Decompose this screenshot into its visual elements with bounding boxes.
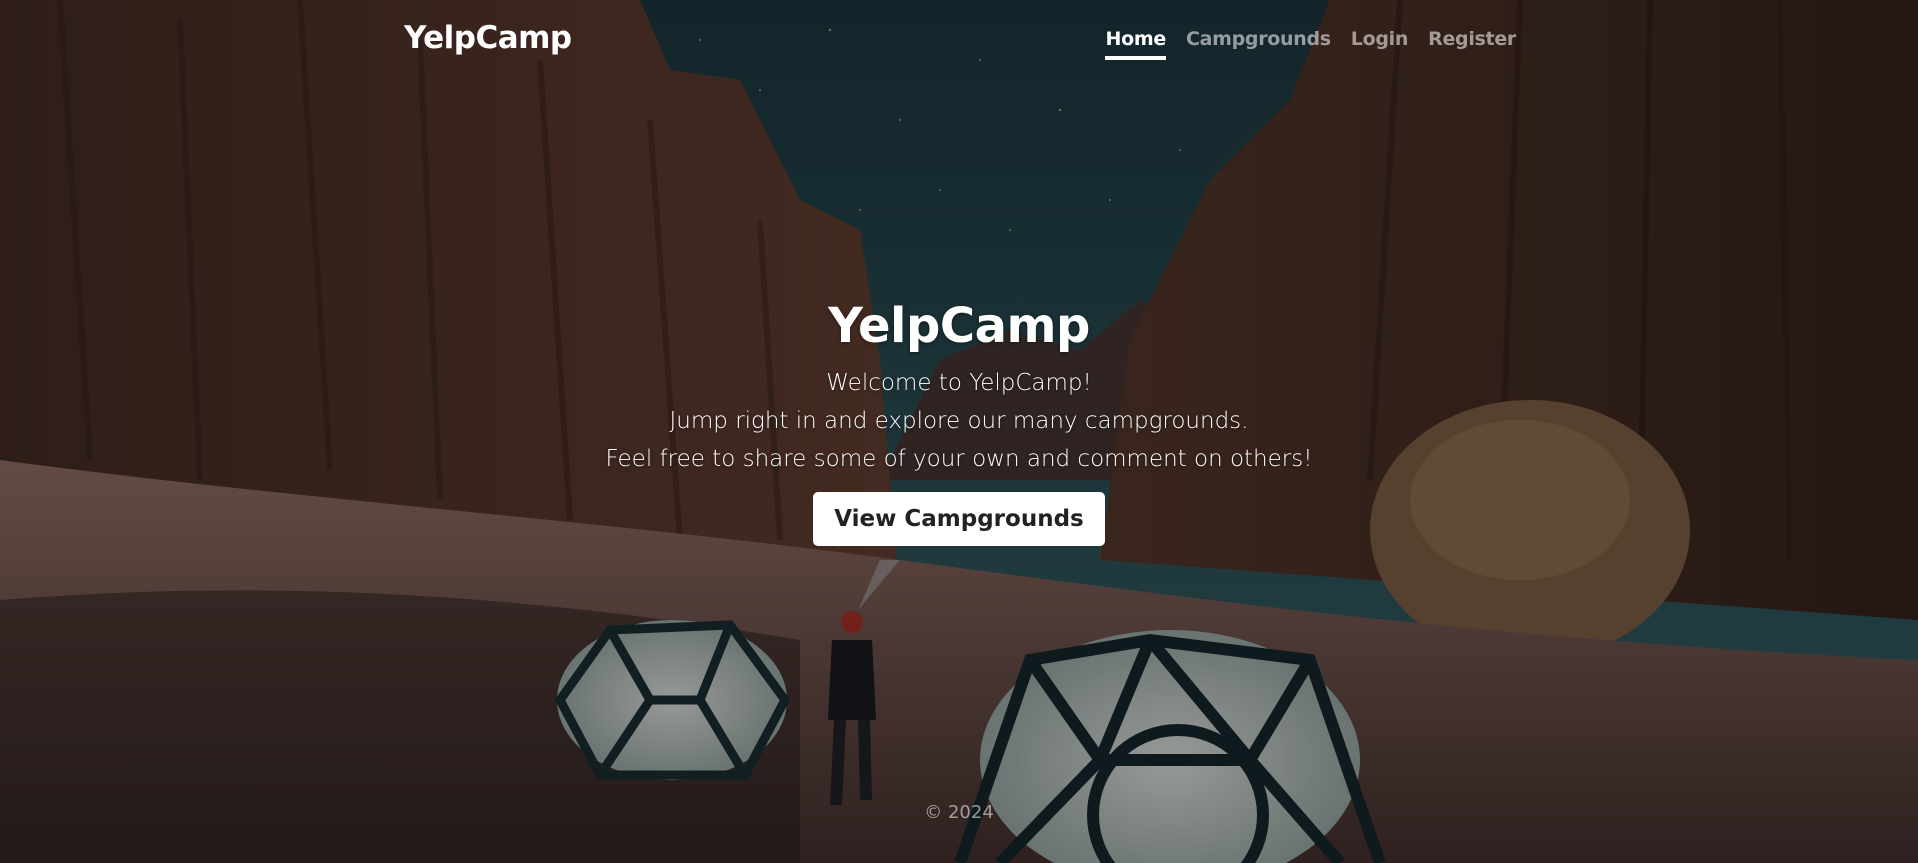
site-header: YelpCamp Home Campgrounds Login Register bbox=[404, 18, 1516, 68]
nav-login[interactable]: Login bbox=[1351, 28, 1409, 60]
site-footer: © 2024 bbox=[0, 802, 1918, 823]
page-content: YelpCamp Home Campgrounds Login Register… bbox=[0, 0, 1918, 863]
hero-section: YelpCamp Welcome to YelpCamp! Jump right… bbox=[0, 298, 1918, 546]
hero-title: YelpCamp bbox=[828, 298, 1090, 354]
hero-share-text: Feel free to share some of your own and … bbox=[605, 446, 1313, 472]
brand-logo[interactable]: YelpCamp bbox=[404, 20, 572, 56]
copyright-text: © 2024 bbox=[924, 802, 994, 823]
nav-register[interactable]: Register bbox=[1428, 28, 1516, 60]
view-campgrounds-button[interactable]: View Campgrounds bbox=[813, 492, 1105, 546]
main-nav: Home Campgrounds Login Register bbox=[1105, 28, 1516, 60]
hero-explore-text: Jump right in and explore our many campg… bbox=[669, 408, 1249, 434]
hero-welcome-text: Welcome to YelpCamp! bbox=[826, 370, 1092, 396]
nav-home[interactable]: Home bbox=[1105, 28, 1166, 60]
nav-campgrounds[interactable]: Campgrounds bbox=[1186, 28, 1331, 60]
